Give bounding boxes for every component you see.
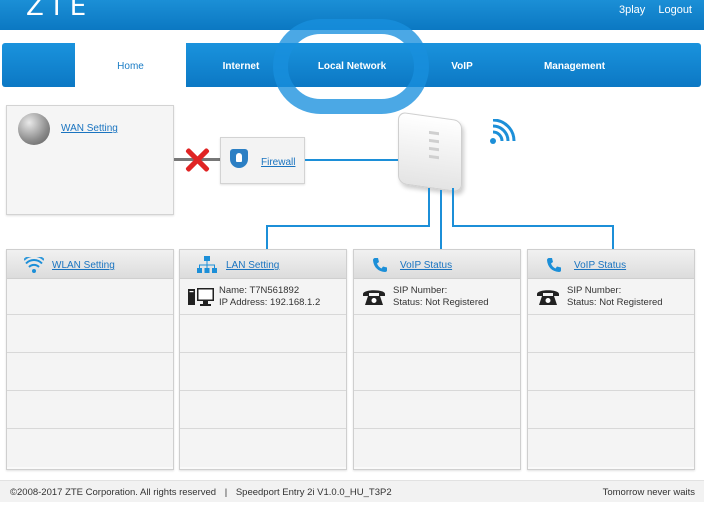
wifi-icon (24, 257, 44, 273)
list-item (7, 279, 173, 315)
card-header: VoIP Status (528, 250, 694, 279)
router-led (429, 138, 439, 144)
list-item (354, 391, 520, 429)
wifi-signal-icon (490, 119, 516, 144)
card-header: WLAN Setting (7, 250, 173, 279)
globe-icon (18, 113, 50, 145)
card-header: VoIP Status (354, 250, 520, 279)
computer-icon (188, 288, 214, 306)
firewall-panel: Firewall (220, 137, 305, 184)
wlan-setting-link[interactable]: WLAN Setting (52, 260, 115, 271)
router-led (429, 130, 439, 136)
registration-status: Status: Not Registered (393, 297, 489, 308)
lan-card: LAN Setting Name: T7N561892 IP Address: … (179, 249, 347, 470)
tab-management[interactable]: Management (527, 43, 622, 87)
3play-link[interactable]: 3play (619, 4, 645, 16)
slogan: Tomorrow never waits (602, 487, 695, 498)
registration-status: Status: Not Registered (567, 297, 663, 308)
top-bar: ZTE 3play Logout (0, 0, 704, 30)
list-item (7, 353, 173, 391)
lan-device-name: Name: T7N561892 (219, 285, 300, 296)
copyright-text: ©2008-2017 ZTE Corporation. All rights r… (10, 487, 217, 498)
router-line (452, 188, 454, 226)
wlan-card: WLAN Setting (6, 249, 174, 470)
logout-link[interactable]: Logout (658, 4, 692, 16)
router-icon (398, 111, 462, 193)
voip-status-row: SIP Number: Status: Not Registered (528, 279, 694, 315)
telephone-icon (537, 290, 559, 305)
list-item (354, 315, 520, 353)
top-links: 3play Logout (609, 4, 692, 16)
network-icon (197, 256, 217, 273)
voip-card-1: VoIP Status SIP Number: Status: Not Regi… (353, 249, 521, 470)
list-item (180, 353, 346, 391)
card-header: LAN Setting (180, 250, 346, 279)
footer-left: ©2008-2017 ZTE Corporation. All rights r… (10, 487, 392, 498)
list-item (528, 353, 694, 391)
voip-status-link[interactable]: VoIP Status (574, 260, 626, 271)
zte-logo: ZTE (26, 0, 92, 22)
sip-number: SIP Number: (567, 285, 622, 296)
list-item (7, 429, 173, 467)
list-item (7, 391, 173, 429)
phone-icon (373, 258, 387, 272)
list-item (180, 315, 346, 353)
list-item (528, 391, 694, 429)
voip-line (612, 225, 614, 250)
sip-number: SIP Number: (393, 285, 448, 296)
list-item (7, 315, 173, 353)
main-nav: Home Internet Local Network VoIP Managem… (2, 43, 701, 90)
shield-icon (230, 149, 248, 168)
tab-internet[interactable]: Internet (200, 43, 282, 87)
wan-panel: WAN Setting (6, 105, 174, 215)
tab-local-network[interactable]: Local Network (302, 43, 402, 87)
firewall-router-line (305, 159, 400, 161)
firmware-version: Speedport Entry 2i V1.0.0_HU_T3P2 (235, 487, 392, 498)
list-item (354, 353, 520, 391)
voip-status-row: SIP Number: Status: Not Registered (354, 279, 520, 315)
lan-line (266, 225, 268, 250)
list-item (528, 315, 694, 353)
router-led (429, 146, 439, 152)
tab-voip[interactable]: VoIP (427, 43, 497, 87)
lan-device-ip: IP Address: 192.168.1.2 (219, 297, 321, 308)
lan-setting-link[interactable]: LAN Setting (226, 260, 279, 271)
footer: ©2008-2017 ZTE Corporation. All rights r… (0, 480, 704, 502)
telephone-icon (363, 290, 385, 305)
router-led (429, 154, 439, 160)
lan-line (266, 225, 430, 227)
lan-device-row: Name: T7N561892 IP Address: 192.168.1.2 (180, 279, 346, 315)
list-item (180, 391, 346, 429)
phone-icon (547, 258, 561, 272)
router-line (440, 190, 442, 250)
footer-separator: | (224, 487, 228, 498)
router-line (428, 188, 430, 226)
list-item (528, 429, 694, 467)
voip-card-2: VoIP Status SIP Number: Status: Not Regi… (527, 249, 695, 470)
tab-home[interactable]: Home (75, 43, 186, 90)
voip-line (452, 225, 614, 227)
voip-status-link[interactable]: VoIP Status (400, 260, 452, 271)
disconnected-icon (184, 147, 210, 173)
wan-setting-link[interactable]: WAN Setting (61, 123, 118, 134)
list-item (180, 429, 346, 467)
list-item (354, 429, 520, 467)
firewall-link[interactable]: Firewall (261, 157, 295, 168)
